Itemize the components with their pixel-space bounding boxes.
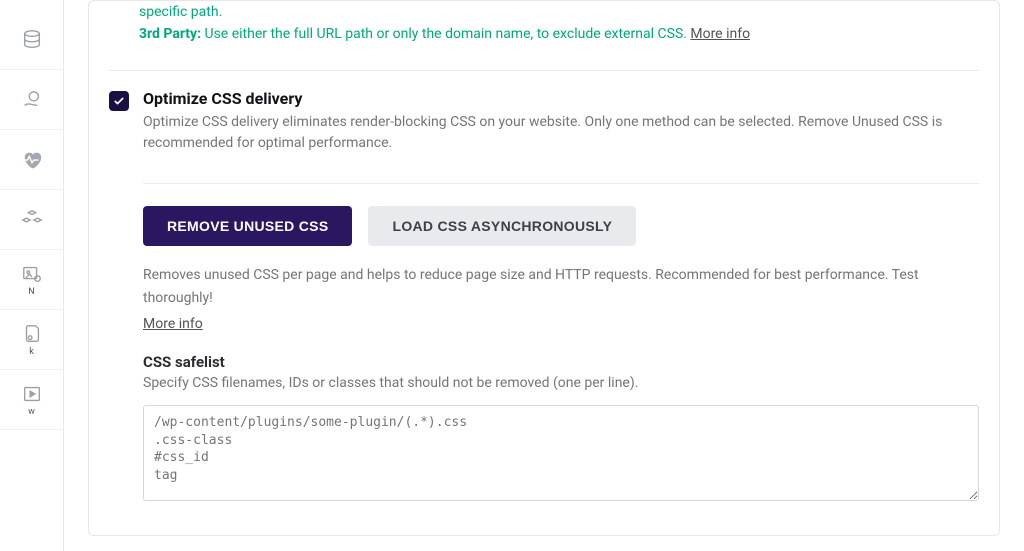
check-icon [113, 95, 125, 107]
globe-hand-icon [21, 89, 43, 111]
heartbeat-icon [21, 149, 43, 171]
sidebar-item-addons[interactable] [0, 190, 63, 250]
optimize-css-content: Optimize CSS delivery Optimize CSS deliv… [143, 89, 979, 155]
sidebar-item-tools[interactable]: k [0, 310, 63, 370]
sidebar-item-image[interactable]: N [0, 250, 63, 310]
remove-unused-css-button[interactable]: REMOVE UNUSED CSS [143, 206, 352, 246]
load-css-async-button[interactable]: LOAD CSS ASYNCHRONOUSLY [368, 206, 636, 246]
sidebar-item-database[interactable] [0, 10, 63, 70]
css-method-block: REMOVE UNUSED CSS LOAD CSS ASYNCHRONOUSL… [143, 183, 979, 505]
remove-unused-text: Removes unused CSS per page and helps to… [143, 267, 919, 305]
more-info-link-remove[interactable]: More info [143, 313, 203, 335]
file-cog-icon [21, 323, 43, 345]
sidebar-item-tutorials[interactable]: w [0, 370, 63, 430]
more-info-link-intro[interactable]: More info [690, 26, 750, 42]
remove-unused-description: Removes unused CSS per page and helps to… [143, 264, 979, 335]
css-safelist-title: CSS safelist [143, 353, 979, 371]
third-party-label: 3rd Party: [139, 26, 201, 42]
boxes-icon [21, 209, 43, 231]
intro-help-text: specific path. 3rd Party: Use either the… [109, 1, 979, 56]
intro-line2: 3rd Party: Use either the full URL path … [139, 23, 979, 45]
sidebar-item-heartbeat[interactable] [0, 130, 63, 190]
optimize-css-row: Optimize CSS delivery Optimize CSS deliv… [109, 70, 979, 161]
image-cog-icon [21, 263, 43, 285]
optimize-css-checkbox[interactable] [109, 91, 129, 111]
database-icon [21, 29, 43, 51]
optimize-css-description: Optimize CSS delivery eliminates render-… [143, 112, 979, 155]
play-icon [21, 383, 43, 405]
sidebar-item-cdn[interactable] [0, 70, 63, 130]
css-safelist-textarea[interactable] [143, 405, 979, 501]
css-method-buttons: REMOVE UNUSED CSS LOAD CSS ASYNCHRONOUSL… [143, 206, 979, 246]
third-party-text: Use either the full URL path or only the… [201, 26, 690, 42]
main-content: specific path. 3rd Party: Use either the… [64, 0, 1024, 551]
intro-line1: specific path. [139, 1, 979, 23]
css-safelist-description: Specify CSS filenames, IDs or classes th… [143, 375, 979, 391]
settings-panel: specific path. 3rd Party: Use either the… [88, 0, 1000, 536]
optimize-css-title: Optimize CSS delivery [143, 89, 979, 108]
sidebar: N k w [0, 0, 64, 551]
